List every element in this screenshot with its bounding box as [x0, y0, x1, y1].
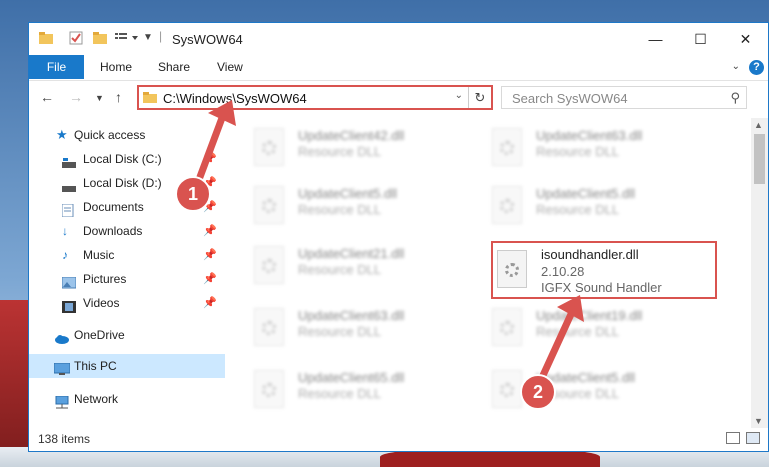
arrow-two [536, 310, 576, 384]
callout-badge-one: 1 [175, 176, 211, 212]
arrow-one [193, 116, 226, 187]
callout-badge-two: 2 [520, 374, 556, 410]
annotation-arrows [193, 100, 584, 384]
